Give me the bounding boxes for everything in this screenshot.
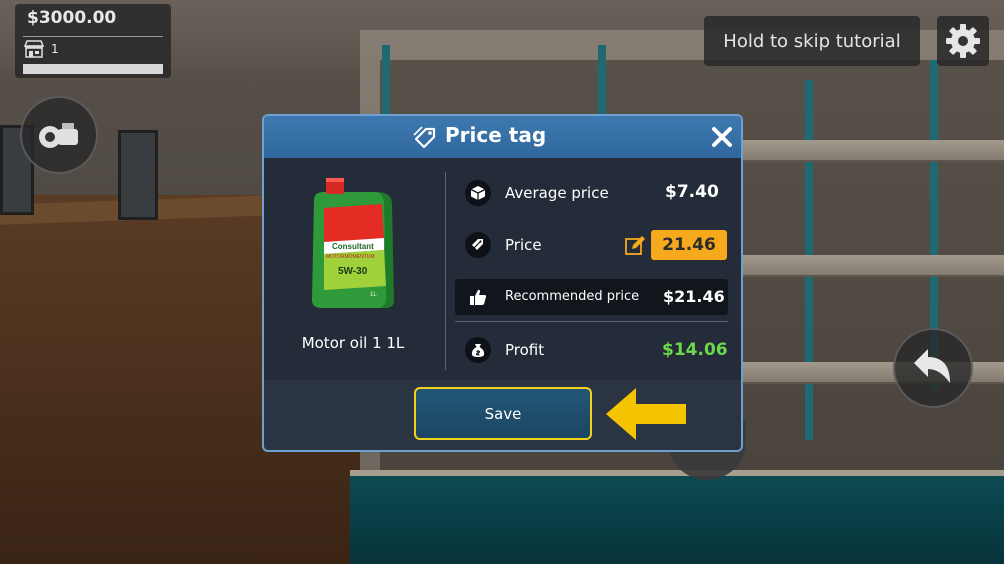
product-label-grade: 5W-30 (338, 266, 368, 277)
gear-icon (946, 24, 980, 58)
vertical-divider (445, 172, 446, 370)
money-panel: $3000.00 1 (15, 4, 171, 78)
motor-oil-product-image: Consultant MOTORMOMENTUM 5W-30 1L (312, 178, 394, 308)
box-icon (465, 180, 491, 206)
profit-label: Profit (505, 341, 545, 359)
product-label-brand: Consultant (332, 242, 374, 251)
recommended-price-label: Recommended price (505, 289, 640, 304)
recommended-price-value: $21.46 (663, 287, 725, 306)
money-amount: $3000.00 (27, 8, 117, 28)
thumbs-up-icon (465, 284, 491, 310)
divider (455, 321, 728, 322)
rotate-icon (914, 349, 950, 383)
pencil-icon[interactable] (624, 235, 646, 257)
store-icon (23, 40, 45, 58)
divider (23, 36, 163, 37)
door (118, 130, 158, 220)
product-label-subtitle: MOTORMOMENTUM (326, 254, 375, 260)
store-level: 1 (51, 42, 59, 56)
settings-button[interactable] (937, 16, 989, 66)
tutorial-arrow-icon (606, 388, 686, 440)
price-tags-icon (465, 232, 491, 258)
xp-progress-bar (23, 64, 163, 74)
tools-button[interactable] (20, 96, 98, 174)
save-button[interactable]: Save (414, 387, 592, 440)
dialog-title: Price tag (445, 123, 547, 147)
shelf-base (350, 470, 1004, 564)
average-price-label: Average price (505, 184, 609, 202)
skip-tutorial-button[interactable]: Hold to skip tutorial (704, 16, 920, 66)
money-bag-icon (465, 337, 491, 363)
close-icon[interactable] (710, 125, 734, 149)
shelf-upright (598, 45, 606, 125)
dialog-header: Price tag (264, 116, 741, 158)
price-tag-icon (413, 126, 436, 149)
average-price-value: $7.40 (665, 182, 719, 202)
price-input[interactable]: 21.46 (651, 230, 727, 260)
price-label: Price (505, 236, 542, 254)
product-name: Motor oil 1 1L (301, 334, 405, 352)
dialog-content: Consultant MOTORMOMENTUM 5W-30 1L Motor … (264, 158, 741, 380)
tools-icon (39, 123, 78, 148)
profit-value: $14.06 (662, 340, 728, 360)
rotate-button[interactable] (893, 328, 973, 408)
product-label-volume: 1L (370, 292, 377, 298)
